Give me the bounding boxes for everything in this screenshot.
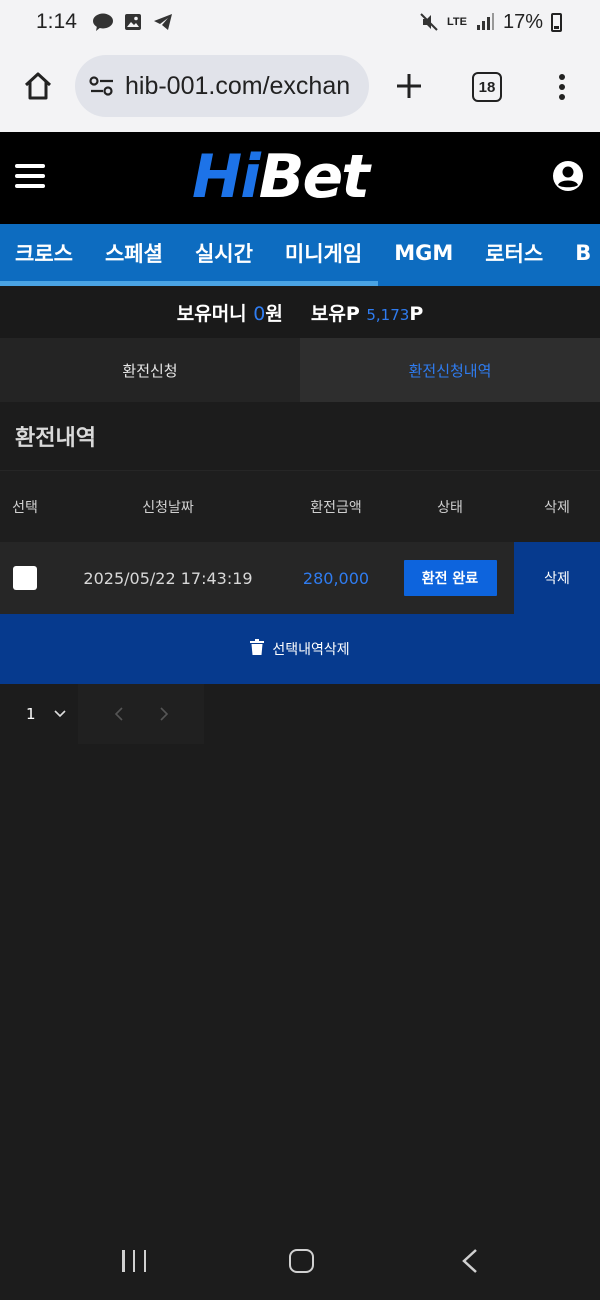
money-unit: 원 (265, 302, 283, 325)
telegram-notification-icon (153, 13, 173, 31)
status-time: 1:14 (36, 10, 77, 33)
page-nav-box (78, 684, 204, 744)
category-lotus[interactable]: 로터스 (471, 238, 561, 268)
header-date: 신청날짜 (142, 499, 194, 516)
trash-icon (250, 639, 265, 659)
page-select[interactable]: 1 (0, 684, 78, 744)
site-logo[interactable]: HiBet (192, 144, 406, 210)
row-date: 2025/05/22 17:43:19 (83, 568, 253, 588)
delete-selected-label: 선택내역삭제 (272, 642, 350, 658)
new-tab-plus-icon[interactable] (392, 68, 426, 104)
android-nav-bar (0, 1226, 600, 1300)
header-status: 상태 (437, 499, 463, 516)
pagination: 1 (0, 684, 204, 744)
image-notification-icon (123, 13, 143, 31)
mute-icon (419, 13, 439, 31)
category-special[interactable]: 스페셜 (91, 238, 181, 268)
address-bar[interactable]: hib-001.com/exchan (75, 55, 369, 117)
battery-icon (551, 12, 562, 32)
point-balance: 보유P 5,173P (311, 299, 423, 326)
row-status-badge: 환전 완료 (403, 560, 497, 596)
tab-switcher-button[interactable]: 18 (472, 72, 502, 102)
site-settings-icon[interactable] (89, 73, 115, 99)
next-page-icon[interactable] (159, 707, 169, 721)
balance-bar: 보유머니 0원 보유P 5,173P (0, 286, 600, 338)
recent-apps-icon[interactable] (122, 1250, 146, 1272)
chevron-down-icon (53, 710, 66, 718)
header-amount: 환전금액 (310, 499, 362, 516)
category-nav: 크로스 스페셜 실시간 미니게임 MGM 로터스 B (0, 224, 600, 286)
point-unit: P (409, 302, 424, 325)
prev-page-icon[interactable] (114, 707, 124, 721)
category-minigame[interactable]: 미니게임 (271, 238, 380, 268)
more-options-icon[interactable] (548, 70, 576, 104)
battery-percent: 17% (502, 10, 543, 33)
home-circle-icon[interactable] (289, 1249, 314, 1273)
tab-exchange-request[interactable]: 환전신청 (0, 338, 300, 402)
point-value: 5,173 (366, 305, 410, 324)
status-bar: 1:14 LTE 17% (0, 0, 600, 44)
row-amount: 280,000 (302, 568, 370, 588)
category-b[interactable]: B (561, 241, 600, 265)
tab-exchange-history[interactable]: 환전신청내역 (300, 338, 600, 402)
exchange-history-table: 선택 신청날짜 환전금액 상태 삭제 2025/05/22 17:43:19 2… (0, 470, 600, 614)
point-label: 보유P (310, 302, 360, 325)
url-text: hib-001.com/exchan (125, 71, 351, 100)
header-select: 선택 (12, 499, 38, 516)
home-icon[interactable] (20, 68, 56, 104)
money-label: 보유머니 (176, 302, 247, 325)
header-delete: 삭제 (544, 499, 570, 516)
section-title: 환전내역 (15, 426, 96, 451)
logo-bet-text: Bet (258, 142, 370, 212)
signal-icon (475, 13, 495, 31)
current-page: 1 (26, 705, 36, 723)
table-row: 2025/05/22 17:43:19 280,000 환전 완료 삭제 (0, 542, 600, 614)
money-value: 0 (253, 302, 266, 325)
network-type: LTE (447, 16, 467, 28)
table-header: 선택 신청날짜 환전금액 상태 삭제 (0, 470, 600, 542)
site-header: HiBet (0, 132, 600, 224)
category-cross[interactable]: 크로스 (0, 238, 91, 268)
row-delete-button[interactable]: 삭제 (514, 542, 600, 614)
status-right: LTE 17% (419, 11, 562, 34)
exchange-tabs: 환전신청 환전신청내역 (0, 338, 600, 402)
user-account-icon[interactable] (552, 160, 584, 192)
back-icon[interactable] (460, 1248, 480, 1274)
category-live[interactable]: 실시간 (181, 238, 271, 268)
money-balance: 보유머니 0원 (177, 299, 283, 326)
browser-toolbar: hib-001.com/exchan 18 (0, 44, 600, 132)
delete-selected-button[interactable]: 선택내역삭제 (0, 614, 600, 684)
menu-hamburger-icon[interactable] (15, 164, 45, 188)
status-left: 1:14 (36, 10, 173, 34)
logo-hi-text: Hi (192, 142, 261, 212)
row-select-checkbox[interactable] (13, 566, 37, 590)
talk-notification-icon (92, 13, 113, 31)
category-mgm[interactable]: MGM (380, 241, 471, 265)
